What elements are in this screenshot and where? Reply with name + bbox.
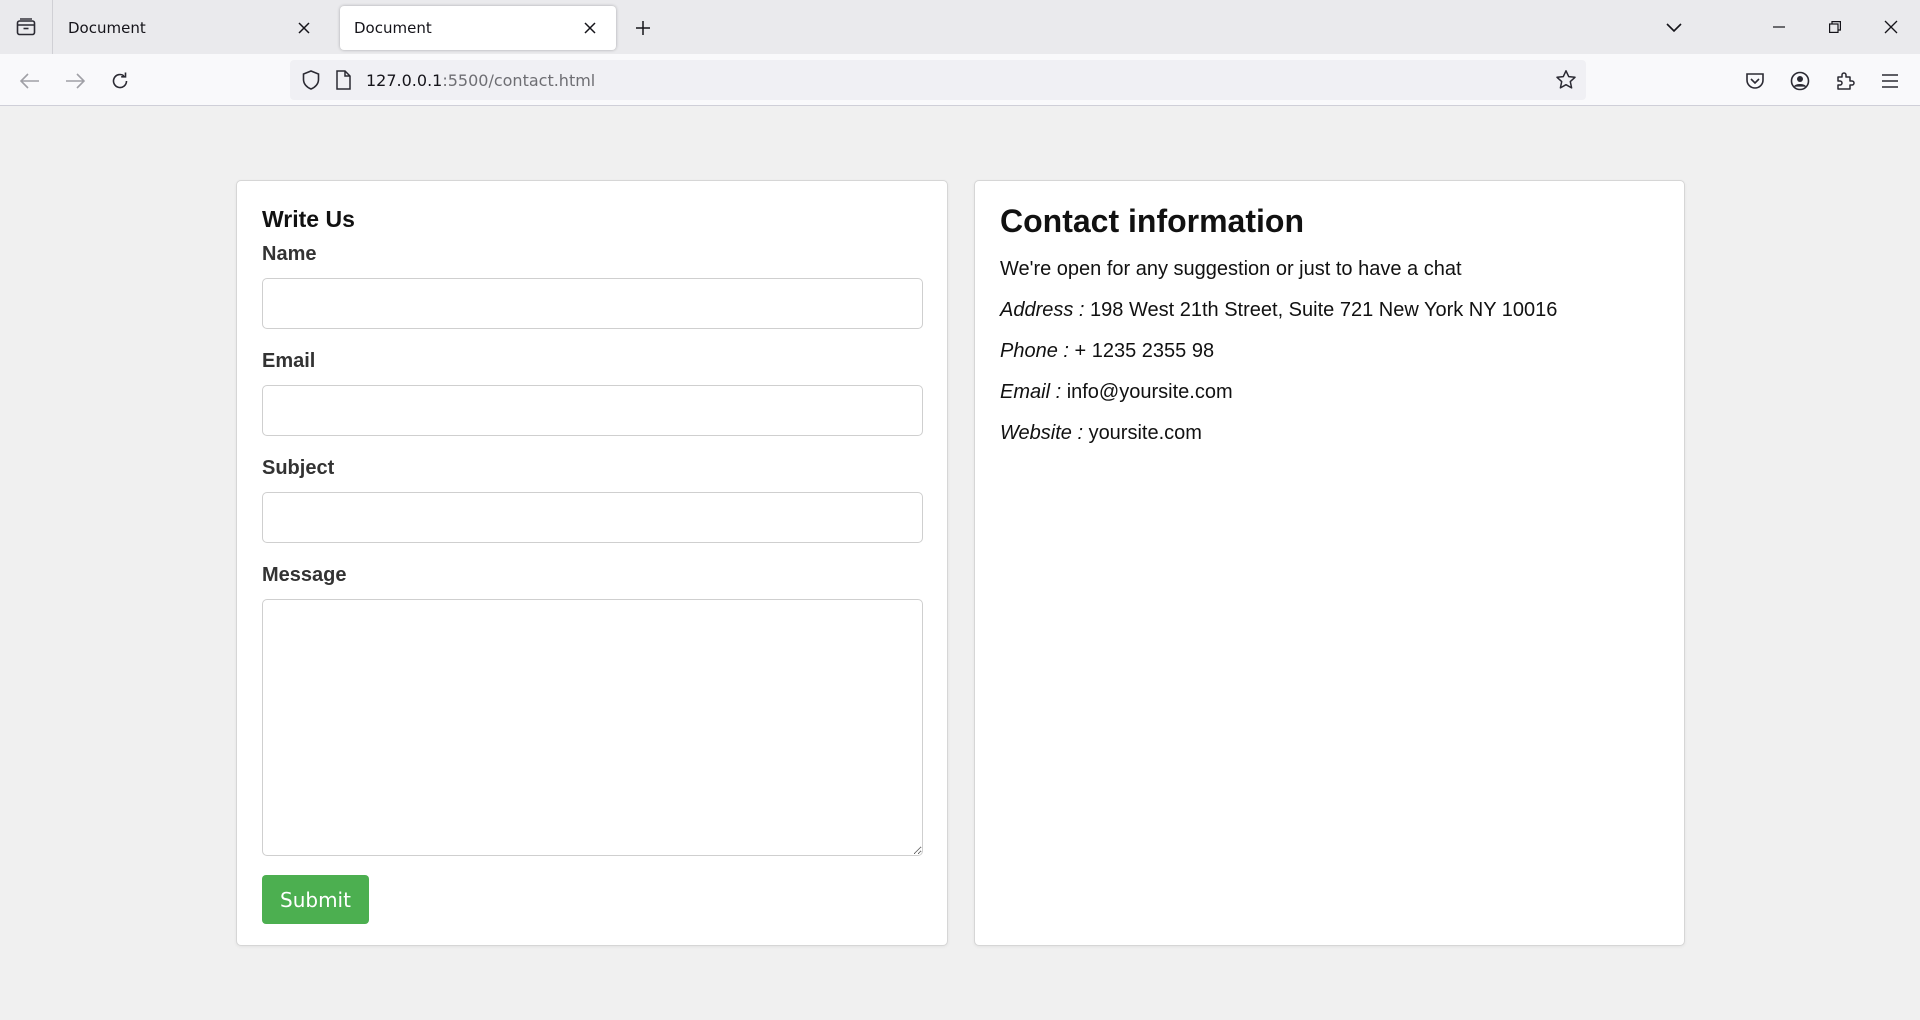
contact-information-card: Contact information We're open for any s… (974, 180, 1685, 946)
contact-title: Contact information (1000, 203, 1304, 239)
url-text[interactable]: 127.0.0.1:5500/contact.html (366, 71, 595, 90)
contact-address: Address : 198 West 21th Street, Suite 72… (1000, 299, 1659, 322)
account-icon (1790, 71, 1810, 91)
message-label: Message (262, 564, 347, 586)
subject-input[interactable] (262, 492, 923, 543)
tab-close-icon[interactable] (578, 16, 602, 40)
shield-icon[interactable] (300, 69, 322, 91)
name-input[interactable] (262, 278, 923, 329)
contact-intro: We're open for any suggestion or just to… (1000, 258, 1462, 280)
tab-title: Document (354, 19, 432, 37)
pocket-icon (1745, 72, 1765, 90)
address-value: 198 West 21th Street, Suite 721 New York… (1090, 299, 1558, 321)
restore-icon (1829, 21, 1841, 33)
minimize-icon (1773, 21, 1785, 33)
tab-overview-icon (16, 18, 36, 36)
email-label: Email : (1000, 381, 1062, 403)
forward-button[interactable] (60, 66, 90, 96)
email-input[interactable] (262, 385, 923, 436)
phone-label: Phone : (1000, 340, 1069, 362)
subject-label: Subject (262, 457, 335, 479)
bookmark-star-icon[interactable] (1554, 68, 1578, 92)
reload-button[interactable] (105, 66, 135, 96)
message-textarea[interactable] (262, 599, 923, 856)
tab-close-icon[interactable] (292, 16, 316, 40)
tab-overview-button[interactable] (0, 0, 53, 54)
website-label: Website : (1000, 422, 1083, 444)
arrow-right-icon (65, 73, 85, 89)
email-label: Email (262, 350, 316, 372)
arrow-left-icon (20, 73, 40, 89)
app-menu-button[interactable] (1875, 66, 1905, 96)
close-icon (1884, 20, 1898, 34)
url-path: :5500/contact.html (442, 71, 596, 90)
write-us-card: Write Us Name Email Subject Message Subm… (236, 180, 948, 946)
tab-title: Document (68, 19, 146, 37)
contact-website: Website : yoursite.com (1000, 422, 1659, 445)
submit-button[interactable]: Submit (262, 875, 369, 924)
reload-icon (110, 71, 130, 91)
contact-phone: Phone : + 1235 2355 98 (1000, 340, 1659, 363)
website-value: yoursite.com (1088, 422, 1202, 444)
tab-document-2[interactable]: Document (340, 6, 616, 50)
tab-bar: Document Document (0, 0, 1920, 54)
pocket-button[interactable] (1740, 66, 1770, 96)
name-label: Name (262, 243, 317, 265)
form-title: Write Us (262, 206, 355, 232)
minimize-button[interactable] (1756, 0, 1802, 54)
chevron-down-icon (1666, 23, 1682, 33)
close-window-button[interactable] (1868, 0, 1914, 54)
email-value: info@yoursite.com (1066, 381, 1233, 403)
page-icon[interactable] (332, 69, 354, 91)
list-all-tabs-button[interactable] (1660, 14, 1688, 42)
address-label: Address : (1000, 299, 1085, 321)
contact-email: Email : info@yoursite.com (1000, 381, 1659, 404)
restore-button[interactable] (1812, 0, 1858, 54)
address-bar[interactable]: 127.0.0.1:5500/contact.html (290, 60, 1586, 100)
tab-document-1[interactable]: Document (54, 6, 330, 50)
plus-icon (635, 20, 651, 36)
new-tab-button[interactable] (630, 15, 656, 41)
extensions-button[interactable] (1830, 66, 1860, 96)
puzzle-icon (1835, 71, 1855, 91)
back-button[interactable] (15, 66, 45, 96)
phone-value: + 1235 2355 98 (1074, 340, 1215, 362)
hamburger-menu-icon (1881, 73, 1899, 89)
account-button[interactable] (1785, 66, 1815, 96)
navigation-toolbar: 127.0.0.1:5500/contact.html (0, 54, 1920, 106)
url-host: 127.0.0.1 (366, 71, 443, 90)
